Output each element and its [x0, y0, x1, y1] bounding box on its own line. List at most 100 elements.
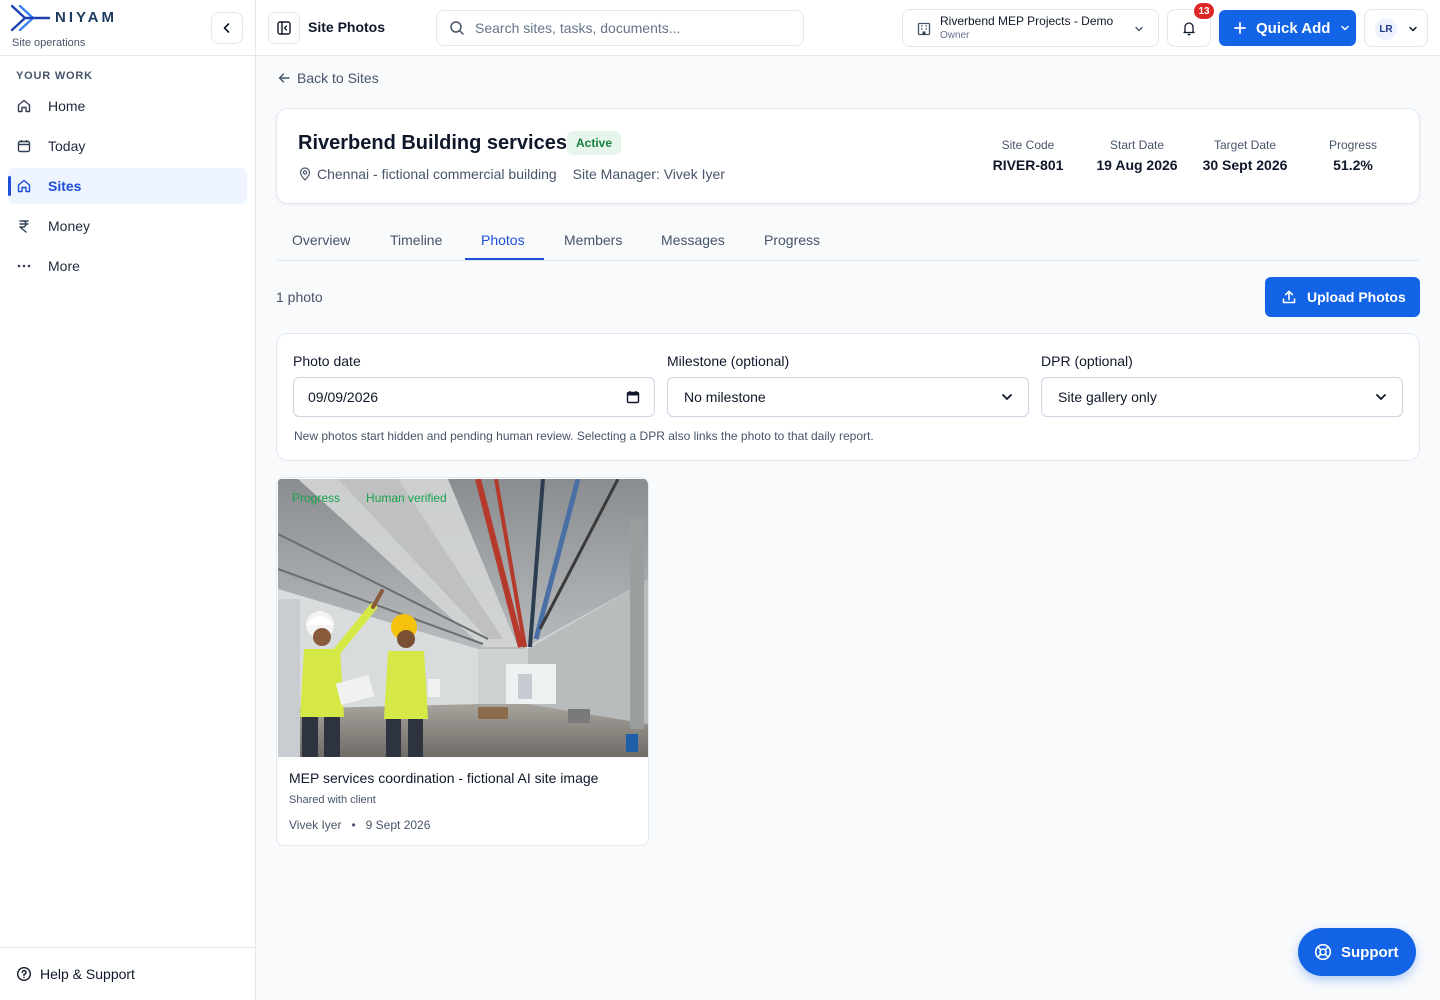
rupee-icon — [16, 218, 32, 234]
notification-count-badge: 13 — [1194, 3, 1214, 19]
site-location: Chennai - fictional commercial building … — [298, 166, 725, 182]
tab-progress[interactable]: Progress — [764, 232, 820, 248]
site-name: Riverbend Building services — [298, 132, 567, 154]
sidebar-nav: Home Today Sites Money More — [8, 88, 247, 288]
stat-progress: Progress 51.2% — [1313, 138, 1393, 173]
niyam-logo-icon — [11, 4, 51, 32]
calendar-icon[interactable] — [626, 390, 640, 404]
status-badge: Active — [567, 131, 622, 155]
help-support-label: Help & Support — [40, 966, 135, 982]
tab-photos[interactable]: Photos — [481, 232, 525, 248]
user-menu-button[interactable]: LR — [1364, 9, 1428, 47]
photo-tag: Progress — [292, 491, 341, 505]
search-input[interactable] — [475, 20, 795, 36]
sidebar-item-more[interactable]: More — [8, 248, 247, 284]
chevron-left-icon — [223, 23, 230, 33]
avatar: LR — [1375, 18, 1397, 40]
review-note: New photos start hidden and pending huma… — [294, 429, 874, 443]
separator-dot: • — [351, 818, 356, 832]
support-label: Support — [1341, 943, 1399, 961]
stat-label: Progress — [1328, 138, 1378, 152]
milestone-label: Milestone (optional) — [667, 353, 790, 369]
toggle-panel-button[interactable] — [268, 12, 300, 44]
search-icon — [450, 21, 464, 35]
tab-messages[interactable]: Messages — [661, 232, 725, 248]
sidebar-item-today[interactable]: Today — [8, 128, 247, 164]
site-photo[interactable]: Progress Human verified — [278, 479, 648, 757]
plus-icon — [1233, 21, 1247, 35]
stat-value: 51.2% — [1333, 157, 1373, 173]
stat-label: Start Date — [1109, 138, 1165, 152]
bell-icon — [1183, 22, 1195, 36]
support-button[interactable]: Support — [1298, 928, 1416, 976]
project-selector[interactable]: Riverbend MEP Projects - Demo Owner — [902, 9, 1159, 47]
stat-value: 30 Sept 2026 — [1202, 157, 1288, 173]
building-icon — [917, 22, 931, 36]
stat-start-date: Start Date 19 Aug 2026 — [1087, 138, 1187, 173]
chevron-down-icon — [1339, 22, 1351, 34]
milestone-select[interactable]: No milestone — [667, 377, 1029, 417]
sidebar-item-label: More — [48, 258, 80, 274]
stat-target-date: Target Date 30 Sept 2026 — [1193, 138, 1297, 173]
calendar-icon — [16, 138, 32, 154]
location-text: Chennai - fictional commercial building — [317, 166, 557, 182]
back-label: Back to Sites — [297, 70, 379, 86]
photo-sharing-status: Shared with client — [289, 794, 376, 806]
project-role: Owner — [940, 30, 970, 41]
upload-photos-label: Upload Photos — [1307, 289, 1406, 305]
search-box[interactable] — [436, 10, 804, 46]
map-pin-icon — [298, 167, 312, 181]
help-support-link[interactable]: Help & Support — [0, 947, 255, 1000]
sidebar-item-label: Sites — [48, 178, 82, 194]
lifebuoy-icon — [1314, 943, 1332, 961]
sidebar-item-money[interactable]: Money — [8, 208, 247, 244]
site-manager: Site Manager: Vivek Iyer — [572, 166, 725, 182]
upload-photos-button[interactable]: Upload Photos — [1265, 277, 1420, 317]
brand-subtitle: Site operations — [12, 37, 86, 49]
ellipsis-icon — [16, 258, 32, 274]
photo-author: Vivek Iyer — [289, 818, 342, 832]
photo-meta: Vivek Iyer • 9 Sept 2026 — [289, 818, 430, 832]
stat-value: 19 Aug 2026 — [1096, 157, 1178, 173]
dpr-select[interactable]: Site gallery only — [1041, 377, 1403, 417]
active-tab-indicator — [465, 258, 544, 260]
sidebar-item-label: Money — [48, 218, 91, 234]
dpr-value: Site gallery only — [1058, 389, 1157, 405]
photo-date: 9 Sept 2026 — [365, 818, 431, 832]
chevron-down-icon — [1374, 390, 1388, 404]
home-icon — [16, 178, 32, 194]
tab-timeline[interactable]: Timeline — [390, 232, 442, 248]
panel-left-icon — [277, 21, 291, 35]
photo-date-label: Photo date — [293, 353, 361, 369]
sidebar-item-home[interactable]: Home — [8, 88, 247, 124]
chevron-down-icon — [1135, 26, 1143, 32]
page-title: Site Photos — [308, 19, 386, 35]
brand: NIYAM Site operations — [0, 0, 255, 56]
quick-add-button[interactable]: Quick Add — [1219, 10, 1356, 46]
project-name: Riverbend MEP Projects - Demo — [940, 14, 1114, 28]
photo-count: 1 photo — [276, 289, 323, 305]
tab-members[interactable]: Members — [564, 232, 622, 248]
photo-date-input[interactable]: 09/09/2026 — [293, 377, 655, 417]
photo-tags: Progress Human verified — [292, 491, 473, 505]
upload-icon — [1281, 289, 1297, 305]
chevron-down-icon — [1409, 26, 1417, 32]
photo-card[interactable]: Progress Human verified MEP services coo… — [276, 477, 649, 846]
back-to-sites-link[interactable]: Back to Sites — [277, 70, 379, 86]
tab-overview[interactable]: Overview — [292, 232, 350, 248]
arrow-left-icon — [277, 71, 291, 85]
home-icon — [16, 98, 32, 114]
brand-name: NIYAM — [55, 9, 117, 26]
sidebar-item-label: Today — [48, 138, 86, 154]
quick-add-label: Quick Add — [1256, 19, 1331, 37]
collapse-sidebar-button[interactable] — [211, 12, 243, 44]
upload-options-card: Photo date 09/09/2026 Milestone (optiona… — [276, 333, 1420, 461]
sidebar: NIYAM Site operations YOUR WORK Home Tod… — [0, 0, 256, 1000]
stat-site-code: Site Code RIVER-801 — [983, 138, 1073, 173]
top-bar: Site Photos Riverbend MEP Projects - Dem… — [256, 0, 1440, 56]
stat-value: RIVER-801 — [992, 157, 1064, 173]
help-circle-icon — [16, 966, 32, 982]
stat-label: Target Date — [1213, 138, 1277, 152]
sidebar-item-sites[interactable]: Sites — [8, 168, 247, 204]
photo-date-value: 09/09/2026 — [308, 389, 379, 405]
